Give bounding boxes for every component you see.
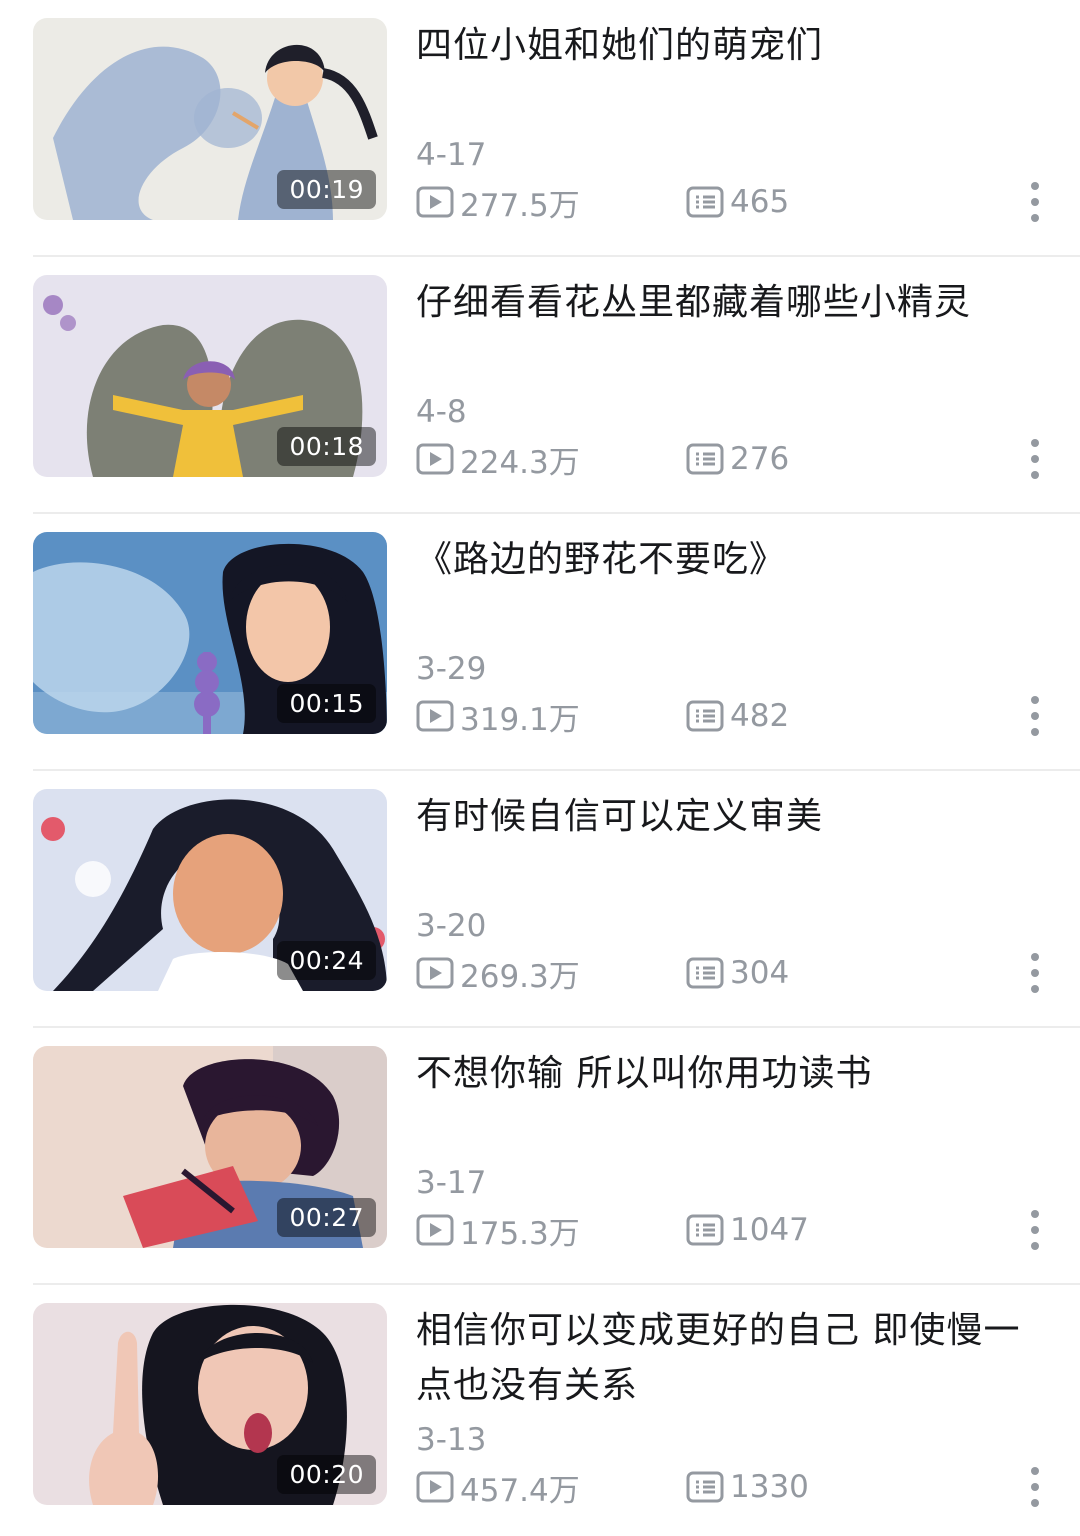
play-icon (416, 957, 454, 989)
play-count-value: 319.1万 (460, 701, 580, 738)
video-title[interactable]: 仔细看看花丛里都藏着哪些小精灵 (416, 275, 1036, 330)
more-options-icon[interactable] (1022, 435, 1048, 483)
video-date: 3-29 (416, 651, 487, 687)
more-options-icon[interactable] (1022, 178, 1048, 226)
play-icon (416, 1471, 454, 1503)
video-thumbnail[interactable]: 00:24 (33, 789, 387, 991)
danmaku-count-value: 276 (730, 441, 790, 477)
video-date: 4-17 (416, 137, 487, 173)
play-count: 319.1万 (416, 694, 580, 738)
play-count-value: 224.3万 (460, 444, 580, 481)
danmaku-count: 304 (686, 951, 789, 995)
play-count: 457.4万 (416, 1465, 580, 1509)
video-item[interactable]: 00:18 仔细看看花丛里都藏着哪些小精灵 4-8 224.3万 276 (0, 257, 1080, 514)
video-title[interactable]: 四位小姐和她们的萌宠们 (416, 18, 1036, 73)
danmaku-count-value: 465 (730, 184, 790, 220)
danmaku-count: 276 (686, 437, 789, 481)
more-options-icon[interactable] (1022, 692, 1048, 740)
video-item[interactable]: 00:20 相信你可以变成更好的自己 即使慢一点也没有关系 3-13 457.4… (0, 1285, 1080, 1536)
play-icon (416, 443, 454, 475)
danmaku-icon (686, 186, 724, 218)
video-title[interactable]: 有时候自信可以定义审美 (416, 789, 1036, 844)
play-count-value: 277.5万 (460, 187, 580, 224)
video-thumbnail[interactable]: 00:19 (33, 18, 387, 220)
danmaku-icon (686, 1214, 724, 1246)
video-date: 3-20 (416, 908, 487, 944)
danmaku-count-value: 1047 (730, 1212, 809, 1248)
play-count-value: 175.3万 (460, 1215, 580, 1252)
video-title[interactable]: 不想你输 所以叫你用功读书 (416, 1046, 1036, 1101)
danmaku-count: 1047 (686, 1208, 809, 1252)
video-duration: 00:19 (277, 170, 376, 209)
danmaku-count: 1330 (686, 1465, 809, 1509)
video-date: 3-13 (416, 1422, 487, 1458)
more-options-icon[interactable] (1022, 949, 1048, 997)
play-icon (416, 1214, 454, 1246)
danmaku-count-value: 482 (730, 698, 790, 734)
danmaku-count: 482 (686, 694, 789, 738)
more-options-icon[interactable] (1022, 1206, 1048, 1254)
video-duration: 00:24 (277, 941, 376, 980)
video-item[interactable]: 00:19 四位小姐和她们的萌宠们 4-17 277.5万 465 (0, 0, 1080, 257)
video-thumbnail[interactable]: 00:20 (33, 1303, 387, 1505)
video-title[interactable]: 《路边的野花不要吃》 (416, 532, 1036, 587)
danmaku-count: 465 (686, 180, 789, 224)
video-thumbnail[interactable]: 00:18 (33, 275, 387, 477)
video-date: 3-17 (416, 1165, 487, 1201)
video-thumbnail[interactable]: 00:27 (33, 1046, 387, 1248)
danmaku-count-value: 1330 (730, 1469, 809, 1505)
danmaku-icon (686, 443, 724, 475)
video-item[interactable]: 00:24 有时候自信可以定义审美 3-20 269.3万 304 (0, 771, 1080, 1028)
video-duration: 00:18 (277, 427, 376, 466)
play-icon (416, 186, 454, 218)
video-duration: 00:15 (277, 684, 376, 723)
play-count-value: 269.3万 (460, 958, 580, 995)
danmaku-icon (686, 700, 724, 732)
play-count-value: 457.4万 (460, 1472, 580, 1509)
video-item[interactable]: 00:15 《路边的野花不要吃》 3-29 319.1万 482 (0, 514, 1080, 771)
video-thumbnail[interactable]: 00:15 (33, 532, 387, 734)
more-options-icon[interactable] (1022, 1463, 1048, 1511)
danmaku-icon (686, 957, 724, 989)
video-item[interactable]: 00:27 不想你输 所以叫你用功读书 3-17 175.3万 1047 (0, 1028, 1080, 1285)
danmaku-count-value: 304 (730, 955, 790, 991)
video-duration: 00:27 (277, 1198, 376, 1237)
video-duration: 00:20 (277, 1455, 376, 1494)
danmaku-icon (686, 1471, 724, 1503)
play-count: 175.3万 (416, 1208, 580, 1252)
play-count: 277.5万 (416, 180, 580, 224)
play-count: 224.3万 (416, 437, 580, 481)
play-icon (416, 700, 454, 732)
play-count: 269.3万 (416, 951, 580, 995)
video-date: 4-8 (416, 394, 467, 430)
video-list: 00:19 四位小姐和她们的萌宠们 4-17 277.5万 465 00:18 … (0, 0, 1080, 1536)
video-title[interactable]: 相信你可以变成更好的自己 即使慢一点也没有关系 (416, 1303, 1036, 1413)
